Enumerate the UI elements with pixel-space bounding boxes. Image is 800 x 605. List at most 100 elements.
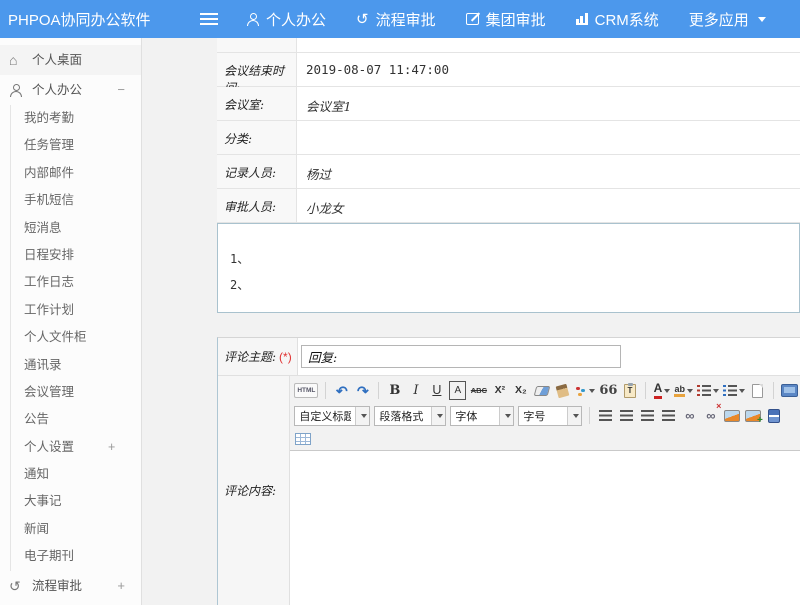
comment-subject-label: 评论主题: (224, 348, 276, 365)
sidebar-item-work-log[interactable]: 工作日志 (11, 269, 141, 296)
top-navigation: 个人办公 ↺ 流程审批 集团审批 CRM系统 更多应用 (246, 9, 796, 30)
menu-toggle-icon[interactable] (200, 18, 218, 20)
content-line: 2、 (230, 272, 799, 298)
sidebar-item-schedule[interactable]: 日程安排 (11, 242, 141, 269)
highlight-color-button[interactable]: ab (674, 381, 693, 400)
undo-icon[interactable]: ↶ (333, 381, 350, 400)
font-size-select[interactable]: 字号 (518, 406, 582, 426)
content-line: 1、 (230, 246, 799, 272)
nav-workflow-approval[interactable]: ↺ 流程审批 (356, 9, 436, 30)
font-style-button[interactable]: A (449, 381, 466, 400)
field-label: 审批人员: (217, 189, 297, 222)
field-label: 记录人员: (217, 155, 297, 188)
new-page-icon[interactable] (749, 381, 766, 400)
superscript-button[interactable]: X² (491, 381, 508, 400)
align-right-icon[interactable] (639, 406, 656, 425)
collapse-icon[interactable]: − (117, 75, 125, 105)
custom-title-select[interactable]: 自定义标题 (294, 406, 370, 426)
insert-media-icon[interactable] (765, 406, 782, 425)
nav-crm-system[interactable]: CRM系统 (576, 9, 659, 30)
nav-personal-office[interactable]: 个人办公 (246, 9, 326, 30)
field-value (297, 121, 800, 154)
home-icon: ⌂ (9, 45, 24, 75)
blockquote-button[interactable]: 66 (599, 381, 617, 400)
field-label: 分类: (217, 121, 297, 154)
toolbar-row-2: 自定义标题 段落格式 字体 字号 (292, 403, 800, 428)
field-value: 2019-08-07 11:47:00 (297, 53, 800, 86)
comment-subject-row: 评论主题: (*) (218, 338, 800, 376)
italic-button[interactable]: I (407, 381, 424, 400)
table-row-end-time: 会议结束时间: 2019-08-07 11:47:00 (217, 53, 800, 87)
edit-icon (466, 13, 479, 25)
paragraph-format-select[interactable]: 段落格式 (374, 406, 446, 426)
subscript-button[interactable]: X₂ (512, 381, 529, 400)
sidebar-item-contacts[interactable]: 通讯录 (11, 352, 141, 379)
sidebar-item-announcement[interactable]: 公告 (11, 406, 141, 433)
comment-content-label: 评论内容: (224, 482, 276, 499)
upload-image-icon[interactable] (744, 406, 761, 425)
ordered-list-button[interactable] (697, 381, 719, 400)
sidebar-item-personal-office[interactable]: 个人办公 − (0, 75, 141, 105)
sidebar-item-meeting-management[interactable]: 会议管理 (11, 379, 141, 406)
sidebar-item-notice[interactable]: 通知 (11, 461, 141, 488)
sidebar-item-e-journal[interactable]: 电子期刊 (11, 543, 141, 570)
editor-toolbar: HTML ↶ ↷ B I U A ABC X² X₂ (290, 376, 800, 451)
comment-form: 评论主题: (*) 评论内容: HTML ↶ ↷ B I (217, 337, 800, 605)
fullscreen-icon[interactable] (781, 381, 798, 400)
person-icon (246, 13, 259, 26)
toolbar-row-1: HTML ↶ ↷ B I U A ABC X² X₂ (292, 378, 800, 403)
remove-link-icon[interactable]: ∞ (702, 406, 719, 425)
comment-content-row: 评论内容: HTML ↶ ↷ B I U A ABC X² (218, 376, 800, 605)
sidebar-item-news[interactable]: 新闻 (11, 516, 141, 543)
insert-table-icon[interactable] (294, 429, 311, 448)
align-justify-icon[interactable] (660, 406, 677, 425)
table-row (217, 38, 800, 53)
format-painter-icon[interactable] (554, 381, 571, 400)
personal-office-submenu: 我的考勤 任务管理 内部邮件 手机短信 短消息 日程安排 工作日志 工作计划 个… (10, 105, 141, 571)
paste-as-text-icon[interactable]: T (621, 381, 638, 400)
comment-subject-input[interactable] (301, 345, 621, 368)
top-header-bar: PHPOA协同办公软件 个人办公 ↺ 流程审批 集团审批 CRM系统 更多应用 (0, 0, 800, 38)
unordered-list-button[interactable] (723, 381, 745, 400)
chevron-down-icon (499, 407, 513, 425)
history-icon: ↺ (356, 12, 369, 27)
nav-group-approval[interactable]: 集团审批 (466, 9, 546, 30)
align-center-icon[interactable] (618, 406, 635, 425)
sidebar-item-major-events[interactable]: 大事记 (11, 488, 141, 515)
history-icon: ↺ (9, 571, 24, 601)
sidebar-item-sms[interactable]: 手机短信 (11, 187, 141, 214)
sidebar: ⌂ 个人桌面 个人办公 − 我的考勤 任务管理 内部邮件 手机短信 短消息 日程… (0, 38, 142, 605)
sidebar-item-personal-settings[interactable]: 个人设置 + (11, 434, 141, 461)
color-pen-icon[interactable] (575, 381, 595, 400)
sidebar-item-task-management[interactable]: 任务管理 (11, 132, 141, 159)
nav-more-apps[interactable]: 更多应用 (689, 9, 766, 30)
expand-icon[interactable]: + (117, 571, 125, 601)
rich-text-editor: HTML ↶ ↷ B I U A ABC X² X₂ (290, 376, 800, 605)
sidebar-item-short-message[interactable]: 短消息 (11, 215, 141, 242)
table-row-approver: 审批人员: 小龙女 (217, 189, 800, 223)
eraser-icon[interactable] (533, 381, 550, 400)
insert-image-icon[interactable] (723, 406, 740, 425)
strikethrough-button[interactable]: ABC (470, 381, 487, 400)
sidebar-item-file-cabinet[interactable]: 个人文件柜 (11, 324, 141, 351)
chevron-down-icon (567, 407, 581, 425)
bold-button[interactable]: B (386, 381, 403, 400)
editor-content-area[interactable] (290, 451, 800, 605)
required-mark: (*) (279, 350, 292, 364)
field-value: 小龙女 (297, 189, 800, 222)
font-color-button[interactable]: A (653, 381, 670, 400)
sidebar-item-desktop[interactable]: ⌂ 个人桌面 (0, 45, 141, 75)
sidebar-item-workflow-approval[interactable]: ↺ 流程审批 + (0, 571, 141, 601)
sidebar-item-attendance[interactable]: 我的考勤 (11, 105, 141, 132)
sidebar-item-work-plan[interactable]: 工作计划 (11, 297, 141, 324)
underline-button[interactable]: U (428, 381, 445, 400)
redo-icon[interactable]: ↷ (354, 381, 371, 400)
chevron-down-icon (758, 17, 766, 22)
insert-link-icon[interactable]: ∞ (681, 406, 698, 425)
sidebar-item-internal-mail[interactable]: 内部邮件 (11, 160, 141, 187)
html-source-button[interactable]: HTML (294, 383, 318, 398)
align-left-icon[interactable] (597, 406, 614, 425)
expand-icon[interactable]: + (108, 434, 115, 461)
font-family-select[interactable]: 字体 (450, 406, 514, 426)
chevron-down-icon (431, 407, 445, 425)
